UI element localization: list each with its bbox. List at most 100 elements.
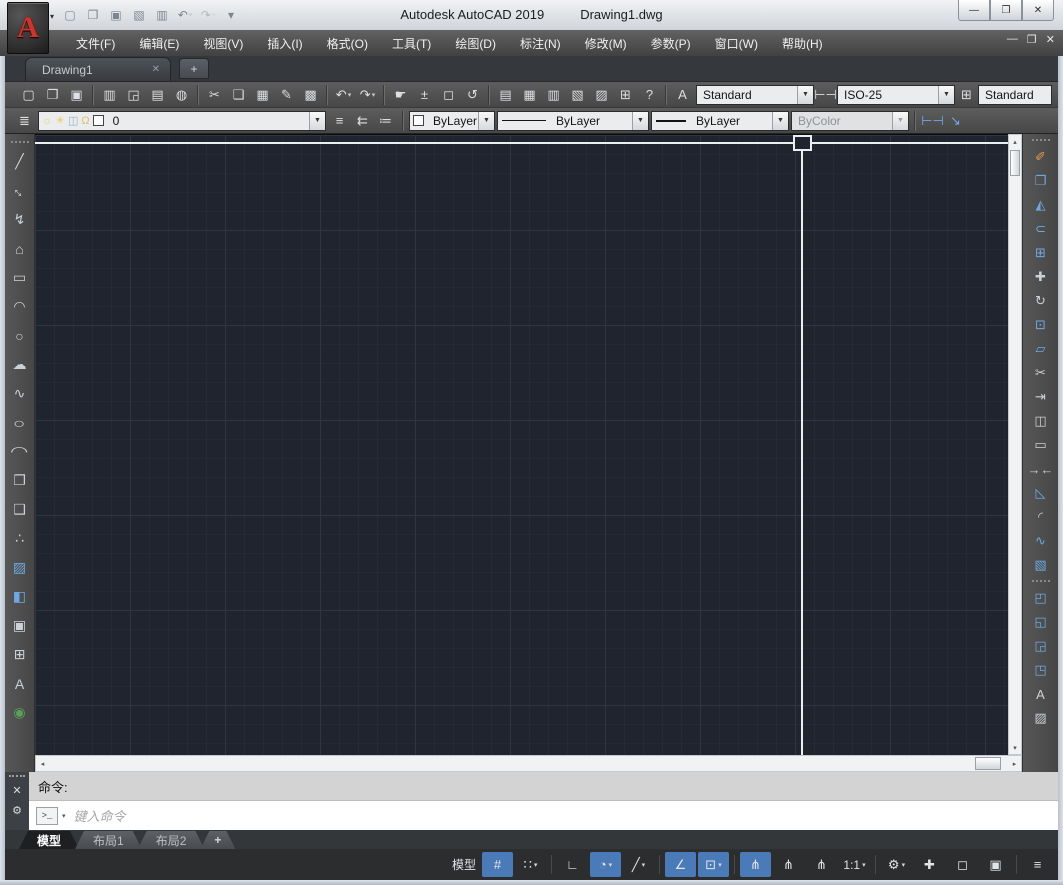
undo-icon[interactable]: ↶▾ (332, 84, 355, 106)
qat-new-icon[interactable]: ▢ (60, 5, 80, 25)
explode-icon[interactable]: ▧ (1026, 553, 1056, 577)
ellipse-arc-icon[interactable]: ◠ (7, 437, 33, 466)
redo-icon-caret[interactable]: ▾ (372, 91, 376, 99)
line-icon[interactable]: ╱ (7, 147, 33, 176)
mdi-minimize-icon[interactable]: — (1007, 33, 1018, 46)
mdi-close-icon[interactable]: ✕ (1046, 33, 1055, 46)
object-snap-tracking-toggle[interactable]: ∠ (665, 852, 696, 877)
table-style-icon[interactable]: ⊞ (955, 84, 978, 106)
fillet-icon[interactable]: ◜ (1026, 505, 1056, 529)
customization-menu-button[interactable]: ≡ (1022, 852, 1053, 877)
open-icon[interactable]: ❐ (41, 84, 64, 106)
rectangle-icon[interactable]: ▭ (7, 263, 33, 292)
circle-icon[interactable]: ○ (7, 321, 33, 350)
text-style-icon[interactable]: A (671, 84, 694, 106)
offset-icon[interactable]: ⊂ (1026, 217, 1056, 241)
command-prompt-icon[interactable]: >_ (36, 807, 58, 825)
paste-icon[interactable]: ▦ (251, 84, 274, 106)
spline-icon[interactable]: ∿ (7, 379, 33, 408)
layer-plot-icon[interactable]: ◫ (68, 114, 78, 127)
menu-window[interactable]: 窗口(W) (703, 31, 770, 56)
command-window-grip[interactable] (9, 775, 25, 777)
blend-curves-icon[interactable]: ∿ (1026, 529, 1056, 553)
rotate-icon[interactable]: ↻ (1026, 289, 1056, 313)
workspace-switching-button-caret[interactable]: ▾ (902, 861, 906, 869)
command-close-icon[interactable]: ✕ (12, 784, 21, 797)
move-icon[interactable]: ✚ (1026, 265, 1056, 289)
publish-icon[interactable]: ◍ (170, 84, 193, 106)
clean-screen-button[interactable]: ▣ (980, 852, 1011, 877)
make-block-icon[interactable]: ❑ (7, 495, 33, 524)
table-style-combo[interactable]: Standard (978, 85, 1052, 105)
tool-palettes-icon[interactable]: ▥ (542, 84, 565, 106)
layer-combo-arrow[interactable]: ▼ (309, 112, 325, 130)
plot-preview-icon[interactable]: ◲ (122, 84, 145, 106)
mirror-icon[interactable]: ◭ (1026, 193, 1056, 217)
qat-customize-icon[interactable]: ▾ (221, 5, 241, 25)
arc-icon[interactable]: ◠ (7, 292, 33, 321)
qat-open-icon[interactable]: ❐ (83, 5, 103, 25)
zoom-window-icon[interactable]: ◻ (437, 84, 460, 106)
toolbar-grip[interactable] (1032, 139, 1050, 141)
vertical-scrollbar[interactable]: ▴ ▾ (1008, 134, 1022, 755)
designcenter-icon[interactable]: ▦ (518, 84, 541, 106)
qat-print-icon[interactable]: ▥ (152, 5, 172, 25)
trim-icon[interactable]: ✂ (1026, 361, 1056, 385)
scroll-right-icon[interactable]: ▸ (1008, 756, 1021, 771)
restore-button[interactable]: ❐ (990, 0, 1022, 21)
scroll-left-icon[interactable]: ◂ (36, 756, 49, 771)
text-style-combo-arrow[interactable]: ▼ (797, 86, 813, 104)
command-input-row[interactable]: >_ ▾ 键入命令 (29, 801, 1058, 830)
isolate-objects-button[interactable]: ◻ (947, 852, 978, 877)
hatch-icon[interactable]: ▨ (7, 553, 33, 582)
lineweight-combo[interactable]: ByLayer ▼ (651, 111, 789, 131)
command-history[interactable]: 命令: (29, 772, 1058, 801)
block-editor-icon[interactable]: ▩ (299, 84, 322, 106)
toolbar-grip[interactable] (11, 141, 29, 143)
linetype-combo[interactable]: ByLayer ▼ (497, 111, 649, 131)
revision-cloud-icon[interactable]: ☁ (7, 350, 33, 379)
zoom-realtime-icon[interactable]: ± (413, 84, 436, 106)
snap-toggle[interactable]: ∷▾ (515, 852, 546, 877)
add-selected-icon[interactable]: ◉ (7, 698, 33, 727)
object-snap-toggle-caret[interactable]: ▾ (718, 861, 722, 869)
drawing-canvas[interactable] (35, 134, 1008, 756)
help-icon[interactable]: ? (638, 84, 661, 106)
menu-draw[interactable]: 绘图(D) (443, 31, 508, 56)
linetype-combo-arrow[interactable]: ▼ (632, 112, 648, 130)
command-input-placeholder[interactable]: 键入命令 (74, 806, 126, 825)
workspace-switching-button[interactable]: ⚙▾ (881, 852, 912, 877)
undo-icon-caret[interactable]: ▾ (348, 91, 352, 99)
wrench-icon[interactable]: ⚙ (12, 804, 22, 817)
isodraft-toggle[interactable]: ╱▾ (623, 852, 654, 877)
qat-redo-icon[interactable]: ↷▾ (198, 5, 218, 25)
menu-file[interactable]: 文件(F) (64, 31, 127, 56)
color-combo-arrow[interactable]: ▼ (478, 112, 494, 130)
file-tab-close-icon[interactable]: ✕ (152, 64, 160, 75)
scroll-up-icon[interactable]: ▴ (1009, 135, 1021, 148)
make-layer-current-icon[interactable]: ≡ (328, 110, 351, 132)
redo-icon[interactable]: ↷▾ (356, 84, 379, 106)
cut-icon[interactable]: ✂ (203, 84, 226, 106)
insert-block-icon[interactable]: ❐ (7, 466, 33, 495)
color-combo[interactable]: ByLayer ▼ (409, 111, 495, 131)
mdi-restore-icon[interactable]: ❐ (1027, 33, 1037, 46)
layer-states-icon[interactable]: ≔ (374, 110, 397, 132)
snap-toggle-caret[interactable]: ▾ (534, 861, 538, 869)
scale-icon[interactable]: ⊡ (1026, 313, 1056, 337)
aligned-dimension-icon[interactable]: ↘ (944, 110, 967, 132)
tab-model[interactable]: 模型 (19, 831, 79, 849)
plus-button[interactable]: ✚ (914, 852, 945, 877)
grid-toggle[interactable]: # (482, 852, 513, 877)
break-icon[interactable]: ▭ (1026, 433, 1056, 457)
layer-previous-icon[interactable]: ⇇ (351, 110, 374, 132)
annotation-scale-value[interactable]: 1:1▾ (839, 852, 870, 877)
point-icon[interactable]: ∴ (7, 524, 33, 553)
tab-new-layout[interactable]: + (200, 831, 235, 849)
application-menu-caret[interactable]: ▾ (50, 12, 54, 21)
gradient-icon[interactable]: ◧ (7, 582, 33, 611)
horizontal-scroll-thumb[interactable] (975, 757, 1001, 770)
layer-combo[interactable]: ☼☀◫Ω 0 ▼ (38, 111, 326, 131)
pan-icon[interactable]: ☛ (389, 84, 412, 106)
array-icon[interactable]: ⊞ (1026, 241, 1056, 265)
